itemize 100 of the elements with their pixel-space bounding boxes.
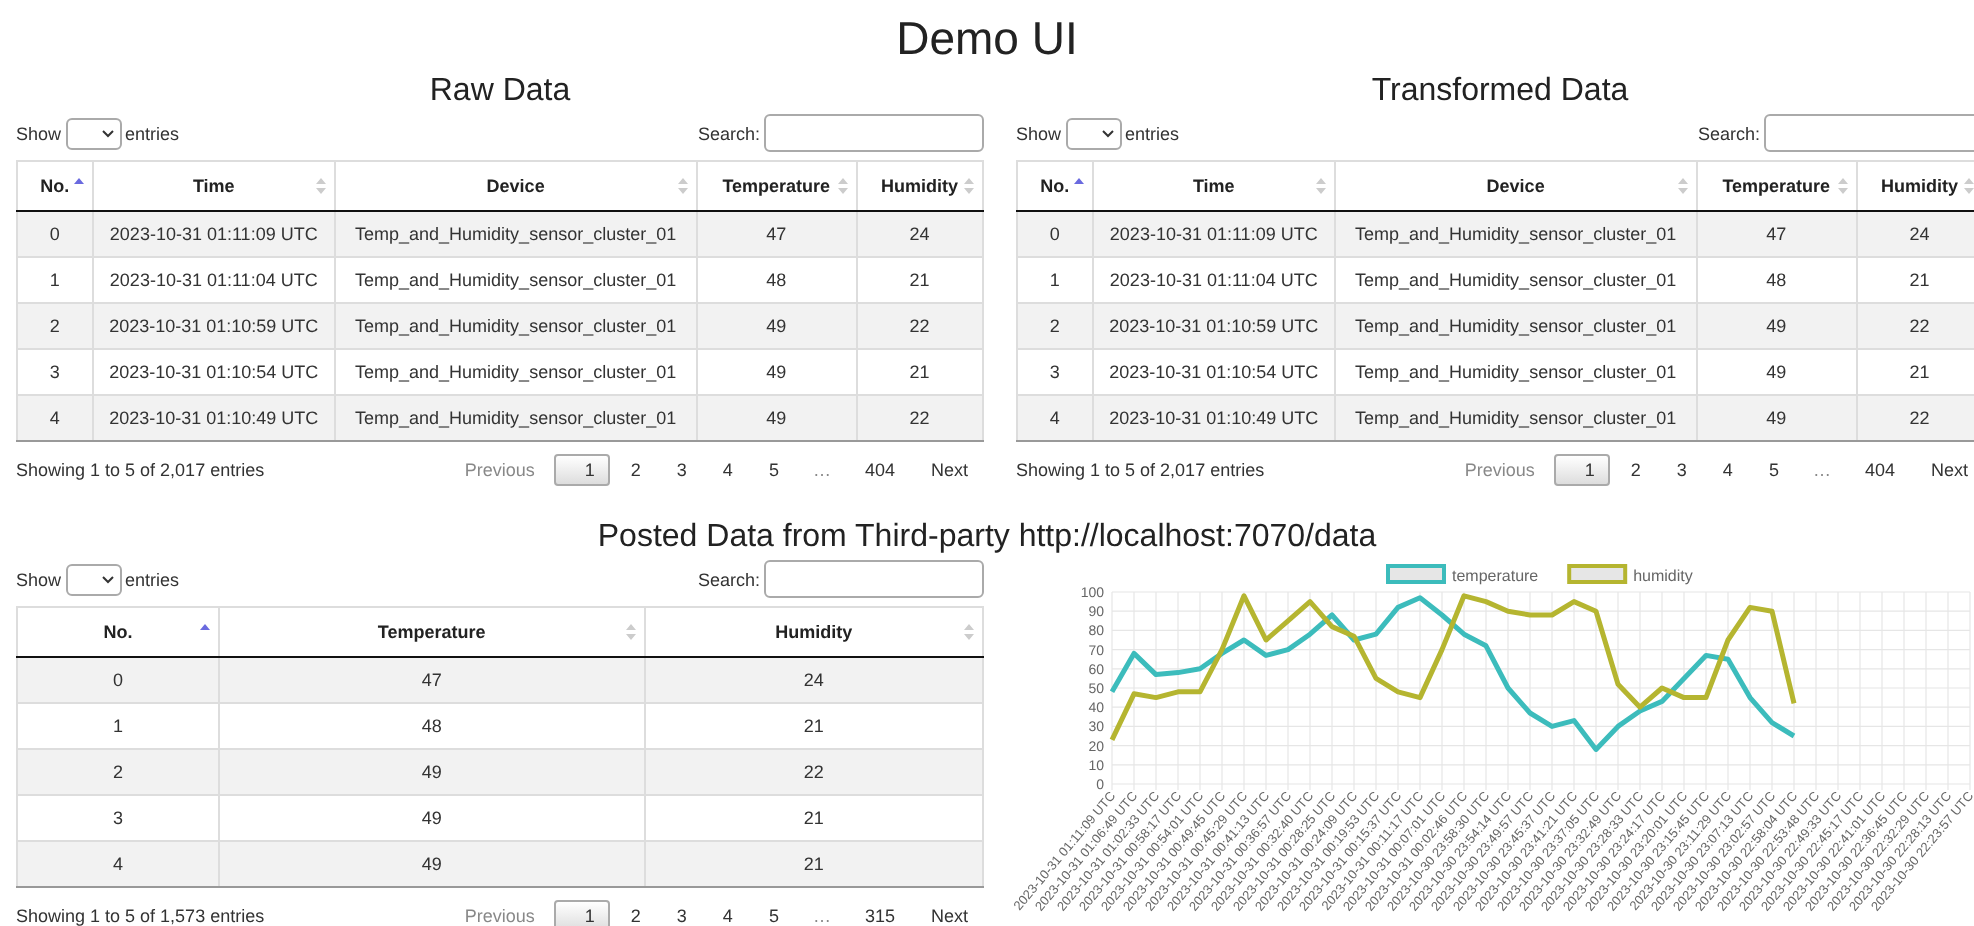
entries-select[interactable] <box>1065 117 1122 149</box>
page-button[interactable]: 4 <box>706 894 749 926</box>
page-button[interactable]: 404 <box>1848 448 1911 492</box>
table-cell: 0 <box>17 211 93 257</box>
column-header[interactable]: Time <box>1092 161 1335 211</box>
show-label: Show <box>16 569 62 589</box>
page-title: Demo UI <box>894 12 1080 66</box>
page-button[interactable]: 4 <box>1706 448 1749 492</box>
table-cell: 22 <box>1856 395 1974 441</box>
next-link[interactable]: Next <box>914 894 984 926</box>
table-cell: 2023-10-31 01:11:09 UTC <box>92 211 335 257</box>
column-header[interactable]: Time <box>92 161 335 211</box>
page-button[interactable]: 3 <box>660 448 703 492</box>
table-cell: 0 <box>17 657 219 703</box>
entries-label: entries <box>125 569 180 589</box>
column-header[interactable]: Temperature <box>696 161 857 211</box>
page-button[interactable]: 3 <box>1660 448 1703 492</box>
table-cell: 4 <box>1017 395 1093 441</box>
search-label: Search: <box>697 569 760 589</box>
table-cell: Temp_and_Humidity_sensor_cluster_01 <box>1334 211 1697 257</box>
search-field[interactable] <box>764 114 984 152</box>
table-cell: 21 <box>644 841 983 887</box>
legend-item[interactable]: temperature <box>1386 564 1539 585</box>
legend-label: temperature <box>1452 567 1540 585</box>
table-cell: 2023-10-31 01:10:59 UTC <box>1092 303 1335 349</box>
page-button[interactable]: 1 <box>1554 454 1611 486</box>
next-link[interactable]: Next <box>914 448 984 492</box>
show-label: Show <box>1016 123 1062 143</box>
legend-label: humidity <box>1633 567 1693 585</box>
page-button[interactable]: 315 <box>848 894 911 926</box>
page-button[interactable]: 1 <box>554 900 611 926</box>
table-cell: 2 <box>17 303 93 349</box>
table-cell: 49 <box>1696 303 1857 349</box>
search-field[interactable] <box>764 560 984 598</box>
table-cell: 2023-10-31 01:10:49 UTC <box>92 395 335 441</box>
column-header[interactable]: Humidity <box>644 607 983 657</box>
page-button[interactable]: 5 <box>752 894 795 926</box>
table-cell: 4 <box>17 395 93 441</box>
table-cell: 24 <box>644 657 983 703</box>
show-label: Show <box>16 123 62 143</box>
column-header[interactable]: Device <box>334 161 697 211</box>
table-cell: 49 <box>696 395 857 441</box>
search-field[interactable] <box>1764 114 1974 152</box>
table-cell: 2 <box>1017 303 1093 349</box>
table-cell: 49 <box>218 841 645 887</box>
page-button[interactable]: 3 <box>660 894 703 926</box>
entries-label: entries <box>125 123 180 143</box>
page-button[interactable]: 2 <box>1614 448 1657 492</box>
page-button[interactable]: 5 <box>752 448 795 492</box>
entries-info: Showing 1 to 5 of 2,017 entries <box>16 460 265 480</box>
page-ellipsis: … <box>810 906 833 926</box>
table-cell: Temp_and_Humidity_sensor_cluster_01 <box>334 303 697 349</box>
table-cell: 47 <box>1696 211 1857 257</box>
table-cell: 24 <box>1856 211 1974 257</box>
table-cell: 4 <box>17 841 219 887</box>
table-cell: 22 <box>856 303 983 349</box>
page-button[interactable]: 404 <box>848 448 911 492</box>
legend-item[interactable]: humidity <box>1567 564 1693 585</box>
table-cell: 2023-10-31 01:11:09 UTC <box>1092 211 1335 257</box>
entries-info: Showing 1 to 5 of 2,017 entries <box>1016 460 1265 480</box>
table-cell: Temp_and_Humidity_sensor_cluster_01 <box>334 211 697 257</box>
column-header[interactable]: No. <box>17 607 219 657</box>
entries-info: Showing 1 to 5 of 1,573 entries <box>16 906 265 926</box>
table-cell: 49 <box>1696 395 1857 441</box>
page-ellipsis: … <box>810 460 833 480</box>
chevron-down-icon <box>101 575 114 583</box>
table-cell: Temp_and_Humidity_sensor_cluster_01 <box>334 395 697 441</box>
chevron-down-icon <box>1101 129 1114 137</box>
table-cell: 2 <box>17 749 219 795</box>
table-cell: 47 <box>218 657 645 703</box>
entries-select[interactable] <box>65 563 122 595</box>
search-label: Search: <box>697 123 760 143</box>
table-cell: 47 <box>696 211 857 257</box>
next-link[interactable]: Next <box>1914 448 1974 492</box>
table-cell: 22 <box>1856 303 1974 349</box>
column-header[interactable]: Humidity <box>856 161 983 211</box>
table-cell: Temp_and_Humidity_sensor_cluster_01 <box>1334 303 1697 349</box>
table-cell: 22 <box>856 395 983 441</box>
column-header[interactable]: Device <box>1334 161 1697 211</box>
panel-title: Transformed Data <box>1369 74 1631 110</box>
page-ellipsis: … <box>1810 460 1833 480</box>
column-header[interactable]: No. <box>17 161 93 211</box>
table-cell: Temp_and_Humidity_sensor_cluster_01 <box>1334 395 1697 441</box>
table-cell: 2023-10-31 01:10:49 UTC <box>1092 395 1335 441</box>
page-button[interactable]: 2 <box>614 894 657 926</box>
column-header[interactable]: Temperature <box>1696 161 1857 211</box>
page-button[interactable]: 5 <box>1752 448 1795 492</box>
table-cell: 2023-10-31 01:10:59 UTC <box>92 303 335 349</box>
table-cell: 49 <box>218 749 645 795</box>
page-button[interactable]: 4 <box>706 448 749 492</box>
search-label: Search: <box>1697 123 1760 143</box>
table-cell: 49 <box>696 303 857 349</box>
page-button[interactable]: 2 <box>614 448 657 492</box>
column-header[interactable]: Temperature <box>218 607 645 657</box>
entries-label: entries <box>1125 123 1180 143</box>
page-button[interactable]: 1 <box>554 454 611 486</box>
entries-select[interactable] <box>65 117 122 149</box>
column-header[interactable]: No. <box>1017 161 1093 211</box>
table-cell: 24 <box>856 211 983 257</box>
section-title: Posted Data from Third-party http://localhost:7070/data <box>595 520 1379 556</box>
